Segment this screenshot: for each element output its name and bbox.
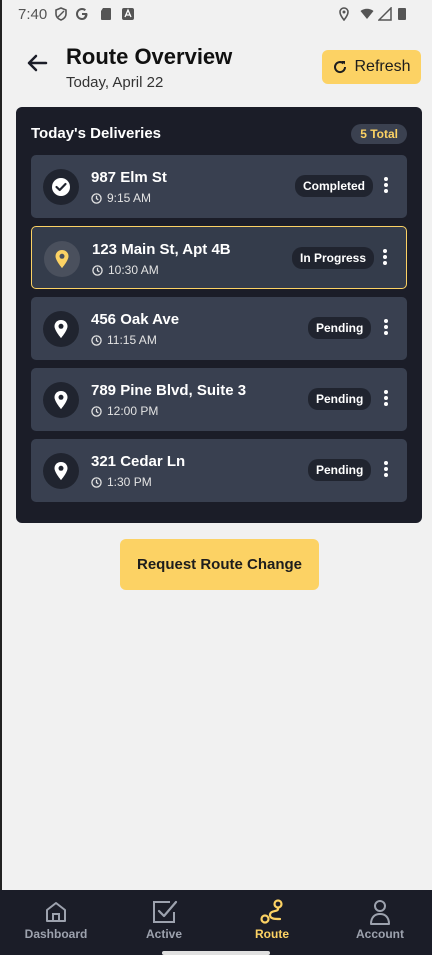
battery-icon	[398, 8, 406, 20]
home-icon	[46, 902, 66, 922]
delivery-time: 12:00 PM	[91, 404, 158, 418]
nav-label: Active	[145, 927, 183, 941]
nav-label: Route	[255, 927, 289, 941]
nav-item-active[interactable]: Active	[110, 890, 218, 955]
nav-label: Dashboard	[24, 927, 88, 941]
status-icon-circle	[44, 241, 80, 277]
delivery-list: 987 Elm St 9:15 AM Completed 123 Main St…	[31, 155, 407, 510]
clock-icon	[91, 192, 102, 204]
nav-label: Account	[356, 927, 404, 941]
delivery-time: 11:15 AM	[91, 333, 157, 347]
delivery-time-text: 9:15 AM	[107, 191, 152, 205]
refresh-icon	[334, 61, 347, 74]
delivery-address: 987 Elm St	[91, 169, 167, 186]
refresh-label: Refresh	[354, 58, 411, 75]
location-pin-icon	[54, 320, 68, 338]
delivery-row[interactable]: 321 Cedar Ln 1:30 PM Pending	[31, 439, 407, 502]
signal-icon	[378, 7, 392, 21]
clock-icon	[91, 405, 102, 417]
status-badge: Completed	[295, 175, 374, 197]
delivery-row[interactable]: 123 Main St, Apt 4B 10:30 AM In Progress	[31, 226, 407, 289]
status-icon-circle	[43, 169, 79, 205]
page-title: Route Overview	[66, 44, 233, 69]
location-status-icon	[339, 7, 349, 21]
status-badge: In Progress	[292, 247, 375, 269]
delivery-address: 321 Cedar Ln	[91, 453, 186, 470]
sd-card-icon	[101, 8, 111, 20]
more-options-icon[interactable]	[382, 249, 388, 267]
page-subtitle: Today, April 22	[66, 74, 164, 91]
bottom-nav: Dashboard Active Route Account	[0, 890, 432, 955]
status-bar: 7:40	[0, 0, 432, 30]
delivery-row[interactable]: 987 Elm St 9:15 AM Completed	[31, 155, 407, 218]
more-options-icon[interactable]	[383, 177, 389, 195]
status-time: 7:40	[18, 6, 48, 23]
header: Route Overview Today, April 22 Refresh	[0, 40, 432, 100]
person-icon	[370, 900, 390, 925]
nav-item-route[interactable]: Route	[218, 890, 326, 955]
status-icon-circle	[43, 311, 79, 347]
nav-item-account[interactable]: Account	[326, 890, 432, 955]
panel-title: Today's Deliveries	[31, 125, 162, 142]
app-notification-icon	[122, 8, 134, 20]
wifi-icon	[360, 8, 374, 19]
delivery-time-text: 1:30 PM	[107, 475, 152, 489]
more-options-icon[interactable]	[383, 390, 389, 408]
location-pin-icon	[54, 462, 68, 480]
delivery-row[interactable]: 456 Oak Ave 11:15 AM Pending	[31, 297, 407, 360]
route-icon	[260, 899, 283, 924]
more-options-icon[interactable]	[383, 319, 389, 337]
delivery-row[interactable]: 789 Pine Blvd, Suite 3 12:00 PM Pending	[31, 368, 407, 431]
delivery-address: 456 Oak Ave	[91, 311, 180, 328]
shield-icon	[55, 7, 67, 21]
delivery-time-text: 12:00 PM	[107, 404, 159, 418]
back-arrow-icon[interactable]	[24, 50, 50, 76]
status-icon-circle	[43, 382, 79, 418]
more-options-icon[interactable]	[383, 461, 389, 479]
deliveries-panel: Today's Deliveries 5 Total 987 Elm St 9:…	[16, 107, 422, 523]
delivery-time: 10:30 AM	[92, 263, 159, 277]
delivery-time-text: 10:30 AM	[108, 263, 159, 277]
status-badge: Pending	[308, 459, 372, 481]
delivery-time-text: 11:15 AM	[107, 333, 157, 347]
clock-icon	[91, 334, 102, 346]
refresh-button[interactable]: Refresh	[322, 50, 421, 84]
status-icon-circle	[43, 453, 79, 489]
location-pin-icon	[54, 391, 68, 409]
location-pin-icon	[55, 250, 69, 268]
clock-icon	[91, 476, 102, 488]
delivery-time: 9:15 AM	[91, 191, 151, 205]
status-badge: Pending	[308, 388, 372, 410]
status-badge: Pending	[308, 317, 372, 339]
delivery-address: 123 Main St, Apt 4B	[92, 241, 231, 258]
home-indicator	[162, 951, 270, 955]
clock-icon	[92, 264, 103, 276]
delivery-time: 1:30 PM	[91, 475, 152, 489]
total-badge: 5 Total	[351, 124, 407, 144]
check-circle-icon	[52, 178, 70, 196]
request-route-change-button[interactable]: Request Route Change	[120, 539, 319, 590]
delivery-address: 789 Pine Blvd, Suite 3	[91, 382, 247, 399]
google-icon	[76, 8, 88, 20]
checkbox-icon	[153, 900, 178, 923]
nav-item-dashboard[interactable]: Dashboard	[2, 890, 110, 955]
